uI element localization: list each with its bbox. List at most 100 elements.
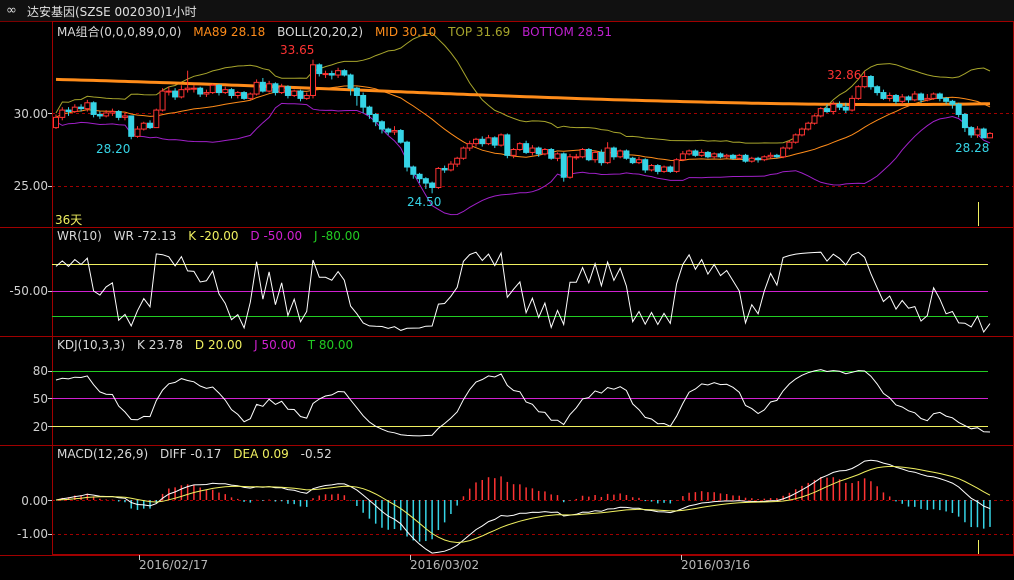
ma-group-label: MA组合(0,0,0,89,0,0) xyxy=(57,25,182,39)
candle-body xyxy=(71,106,78,113)
candle-body xyxy=(755,157,762,161)
macd-legend: MACD(12,26,9) DIFF -0.17 DEA 0.09 -0.52 xyxy=(57,447,340,461)
y-tick-30: 30.00 xyxy=(13,107,48,121)
candle-body xyxy=(134,128,141,137)
kdj-d-value: D 20.00 xyxy=(194,338,243,352)
candle-body xyxy=(535,147,542,155)
macd-y-tick-0: 0.00 xyxy=(21,494,48,508)
candle-body xyxy=(454,157,461,165)
candle-body xyxy=(767,154,774,158)
candle-body xyxy=(322,73,329,76)
main-legend: MA组合(0,0,0,89,0,0) MA89 28.18 BOLL(20,20… xyxy=(57,23,620,40)
candle-body xyxy=(429,182,436,188)
wr-title: WR(10) xyxy=(57,229,102,243)
candle-body xyxy=(573,156,580,159)
candle-body xyxy=(805,122,812,130)
candle-body xyxy=(147,122,154,129)
candle-body xyxy=(460,147,467,159)
candle-body xyxy=(548,149,555,159)
macd-y-tick-neg1: -1.00 xyxy=(16,527,48,541)
candle-body xyxy=(918,93,925,101)
candle-body xyxy=(880,92,887,99)
candle-body xyxy=(968,127,975,136)
candle-body xyxy=(510,149,517,156)
candle-body xyxy=(667,166,674,172)
candle-body xyxy=(447,163,454,171)
candle-body xyxy=(560,153,567,178)
candle-body xyxy=(303,94,310,99)
candle-body xyxy=(172,90,179,98)
candle-body xyxy=(949,100,956,105)
candle-body xyxy=(629,157,636,164)
candle-body xyxy=(792,134,799,143)
candle-body xyxy=(472,138,479,145)
candle-body xyxy=(259,81,266,92)
candle-body xyxy=(554,153,561,159)
candle-body xyxy=(585,149,592,161)
candle-body xyxy=(855,86,862,99)
y-tick-25: 25.00 xyxy=(13,179,48,193)
candle-body xyxy=(128,115,135,137)
candle-body xyxy=(372,113,379,123)
candle-body xyxy=(541,149,548,155)
kdj-k-value: K 23.78 xyxy=(137,338,184,352)
macd-dea-value: DEA 0.09 xyxy=(233,447,289,461)
candle-body xyxy=(241,92,248,99)
candle-body xyxy=(416,173,423,180)
candle-body xyxy=(849,97,856,111)
candle-body xyxy=(247,93,254,99)
candle-body xyxy=(773,154,780,158)
wr-d-value: D -50.00 xyxy=(250,229,303,243)
candle-body xyxy=(234,92,241,96)
candle-body xyxy=(980,128,987,139)
candle-body xyxy=(642,159,649,171)
candle-body xyxy=(742,154,749,162)
candle-body xyxy=(479,138,486,145)
kdj-title: KDJ(10,3,3) xyxy=(57,338,126,352)
candle-body xyxy=(53,116,59,129)
candle-body xyxy=(215,84,222,94)
candle-body xyxy=(780,147,787,158)
chart-canvas[interactable] xyxy=(0,0,1014,580)
candle-body xyxy=(886,94,893,99)
macd-diff-line xyxy=(55,459,991,554)
candle-body xyxy=(679,153,686,161)
candle-body xyxy=(654,165,661,172)
candle-body xyxy=(491,137,498,146)
candle-body xyxy=(59,109,66,118)
candle-body xyxy=(836,103,843,108)
candle-body xyxy=(385,128,392,133)
candle-body xyxy=(422,178,429,184)
x-label-3: 2016/03/16 xyxy=(681,558,751,572)
candle-body xyxy=(911,93,918,101)
candle-body xyxy=(103,112,110,117)
x-label-2: 2016/03/02 xyxy=(410,558,480,572)
candle-body xyxy=(723,154,730,158)
candle-body xyxy=(604,147,611,164)
candle-body xyxy=(736,154,743,159)
candle-body xyxy=(661,166,668,172)
candle-body xyxy=(830,103,837,113)
last-price-annotation: 28.28 xyxy=(955,141,990,155)
candle-body xyxy=(197,87,204,95)
boll-label: BOLL(20,20,2) xyxy=(277,25,364,39)
candle-body xyxy=(203,92,210,95)
wr-legend: WR(10) WR -72.13 K -20.00 D -50.00 J -80… xyxy=(57,229,368,243)
candle-body xyxy=(955,103,962,115)
candle-body xyxy=(378,121,385,130)
high-annotation-1: 33.65 xyxy=(280,43,315,57)
candle-body xyxy=(811,115,818,124)
candle-body xyxy=(498,134,505,146)
candle-body xyxy=(635,159,642,164)
candle-body xyxy=(786,141,793,149)
candle-body xyxy=(291,90,298,96)
period-label: 36天 xyxy=(55,213,83,227)
boll-bottom-value: BOTTOM 28.51 xyxy=(522,25,612,39)
candle-body xyxy=(435,167,442,188)
candle-body xyxy=(529,147,536,153)
candle-body xyxy=(579,149,586,158)
candle-body xyxy=(861,76,868,88)
candle-body xyxy=(90,102,97,115)
candle-body xyxy=(523,143,530,153)
candle-body xyxy=(310,64,317,96)
